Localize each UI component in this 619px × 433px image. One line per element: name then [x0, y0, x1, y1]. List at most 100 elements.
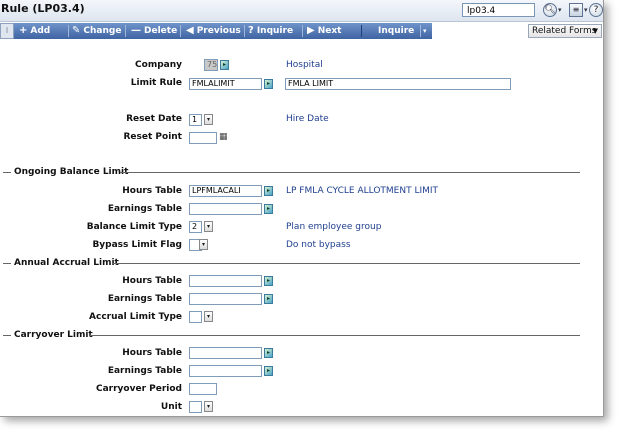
bookmark-icon[interactable]: ≡	[569, 3, 583, 17]
related-forms-select[interactable]: Related Forms ▼	[528, 24, 602, 38]
unit-field[interactable]	[189, 401, 202, 413]
hours-table-field[interactable]: LPFMLACALI	[189, 185, 262, 197]
previous-button-label: Previous	[196, 26, 241, 36]
earnings-table-field[interactable]	[189, 293, 262, 305]
toolbar-separator	[420, 25, 421, 37]
token-input[interactable]: lp03.4	[462, 3, 535, 17]
inquire-menu-dropdown-icon[interactable]: ▾	[423, 23, 427, 39]
lookup-icon[interactable]: ▸	[264, 294, 273, 304]
lookup-icon[interactable]: ▸	[264, 276, 273, 286]
dropdown-icon[interactable]: ▾	[204, 311, 213, 322]
toolbar-separator	[68, 25, 69, 37]
reset-date-description: Hire Date	[286, 114, 329, 124]
earnings-table-field[interactable]	[189, 365, 262, 377]
title-bar: Rule (LP03.4) lp03.4 🔍︎ ▾ ≡ ▾ ?	[0, 0, 603, 22]
section-divider	[3, 335, 11, 336]
carryover-period-label: Carryover Period	[96, 384, 182, 394]
accrual-limit-type-label: Accrual Limit Type	[89, 312, 182, 322]
right-arrow-icon: ▶	[307, 25, 315, 36]
earnings-table-label: Earnings Table	[107, 366, 182, 376]
section-divider	[3, 172, 11, 173]
section-divider	[90, 335, 580, 336]
toolbar: ⁝ + Add ✎ Change — Delete ◀ Previous ? Inquir…	[0, 23, 603, 39]
carryover-period-field[interactable]	[189, 383, 217, 395]
calendar-icon[interactable]: ▦	[219, 132, 229, 143]
lookup-icon[interactable]: ▸	[220, 60, 229, 70]
next-button-label: Next	[317, 26, 342, 36]
left-arrow-icon: ◀	[186, 25, 194, 36]
add-button-label: Add	[30, 26, 51, 36]
toolbar-divider	[361, 25, 362, 37]
balance-limit-type-field[interactable]: 2	[189, 221, 202, 233]
inquire-button-label: Inquire	[256, 26, 294, 36]
related-forms-label: Related Forms	[532, 26, 597, 36]
limit-rule-field[interactable]: FMLALIMIT	[189, 78, 262, 90]
limit-rule-description-field[interactable]: FMLA LIMIT	[285, 78, 511, 90]
question-icon: ?	[248, 25, 254, 36]
hours-table-label: Hours Table	[122, 348, 182, 358]
hours-table-description: LP FMLA CYCLE ALLOTMENT LIMIT	[286, 186, 439, 196]
add-button[interactable]: + Add	[19, 23, 50, 39]
plus-icon: +	[19, 25, 28, 36]
minus-icon: —	[131, 25, 141, 36]
change-button-label: Change	[83, 26, 122, 36]
pencil-icon: ✎	[72, 25, 81, 36]
lookup-icon[interactable]: ▸	[264, 348, 273, 358]
form-window: Rule (LP03.4) lp03.4 🔍︎ ▾ ≡ ▾ ? ⁝ + Add ✎…	[0, 0, 604, 417]
reset-point-label: Reset Point	[123, 132, 182, 142]
help-icon[interactable]: ?	[589, 3, 603, 17]
earnings-table-label: Earnings Table	[107, 294, 182, 304]
section-title: Carryover Limit	[14, 330, 97, 340]
bypass-limit-flag-description: Do not bypass	[286, 240, 351, 250]
lookup-icon[interactable]: ▸	[264, 79, 273, 89]
inquire-menu-label: Inquire	[378, 26, 415, 36]
reset-point-field[interactable]	[189, 132, 217, 144]
reset-date-field[interactable]: 1	[189, 114, 202, 126]
menu-toggle-icon[interactable]: ⁝	[0, 23, 14, 39]
lookup-icon[interactable]: ▸	[264, 204, 273, 214]
change-button[interactable]: ✎ Change	[72, 23, 121, 39]
bookmark-dropdown-icon[interactable]: ▾	[584, 6, 588, 14]
inquire-button[interactable]: ? Inquire	[248, 23, 293, 39]
dropdown-icon[interactable]: ▾	[204, 401, 213, 412]
balance-limit-type-description: Plan employee group	[286, 222, 382, 232]
dropdown-icon[interactable]: ▾	[204, 221, 213, 232]
ongoing-balance-limit-section: Ongoing Balance Limit	[0, 167, 600, 177]
reset-date-label: Reset Date	[126, 114, 182, 124]
bypass-limit-flag-label: Bypass Limit Flag	[92, 240, 182, 250]
toolbar-separator	[244, 25, 245, 37]
hours-table-field[interactable]	[189, 275, 262, 287]
toolbar-separator	[125, 25, 126, 37]
previous-button[interactable]: ◀ Previous	[186, 23, 241, 39]
section-title: Annual Accrual Limit	[14, 258, 123, 268]
dropdown-icon[interactable]: ▾	[204, 114, 213, 125]
chevron-down-icon: ▼	[592, 27, 598, 35]
company-description: Hospital	[286, 60, 323, 70]
dropdown-icon[interactable]: ▾	[199, 239, 208, 250]
balance-limit-type-label: Balance Limit Type	[86, 222, 182, 232]
search-dropdown-icon[interactable]: ▾	[558, 6, 562, 14]
unit-label: Unit	[160, 402, 182, 412]
toolbar-separator	[180, 25, 181, 37]
earnings-table-label: Earnings Table	[107, 204, 182, 214]
window-title: Rule (LP03.4)	[1, 2, 85, 15]
company-label: Company	[135, 60, 182, 70]
hours-table-label: Hours Table	[122, 276, 182, 286]
hours-table-field[interactable]	[189, 347, 262, 359]
delete-button[interactable]: — Delete	[131, 23, 177, 39]
hours-table-label: Hours Table	[122, 186, 182, 196]
lookup-icon[interactable]: ▸	[264, 366, 273, 376]
lookup-icon[interactable]: ▸	[264, 186, 273, 196]
earnings-table-field[interactable]	[189, 203, 262, 215]
next-button[interactable]: ▶ Next	[307, 23, 341, 39]
accrual-limit-type-field[interactable]	[189, 311, 202, 323]
search-icon[interactable]: 🔍︎	[543, 3, 557, 17]
section-divider	[3, 263, 11, 264]
section-divider	[112, 263, 580, 264]
action-bar: ⁝ + Add ✎ Change — Delete ◀ Previous ? Inquir…	[0, 23, 432, 39]
delete-button-label: Delete	[144, 26, 178, 36]
section-title: Ongoing Balance Limit	[14, 167, 133, 177]
inquire-menu-button[interactable]: Inquire	[378, 23, 414, 39]
section-divider	[120, 172, 580, 173]
company-field[interactable]: 75	[204, 59, 218, 71]
